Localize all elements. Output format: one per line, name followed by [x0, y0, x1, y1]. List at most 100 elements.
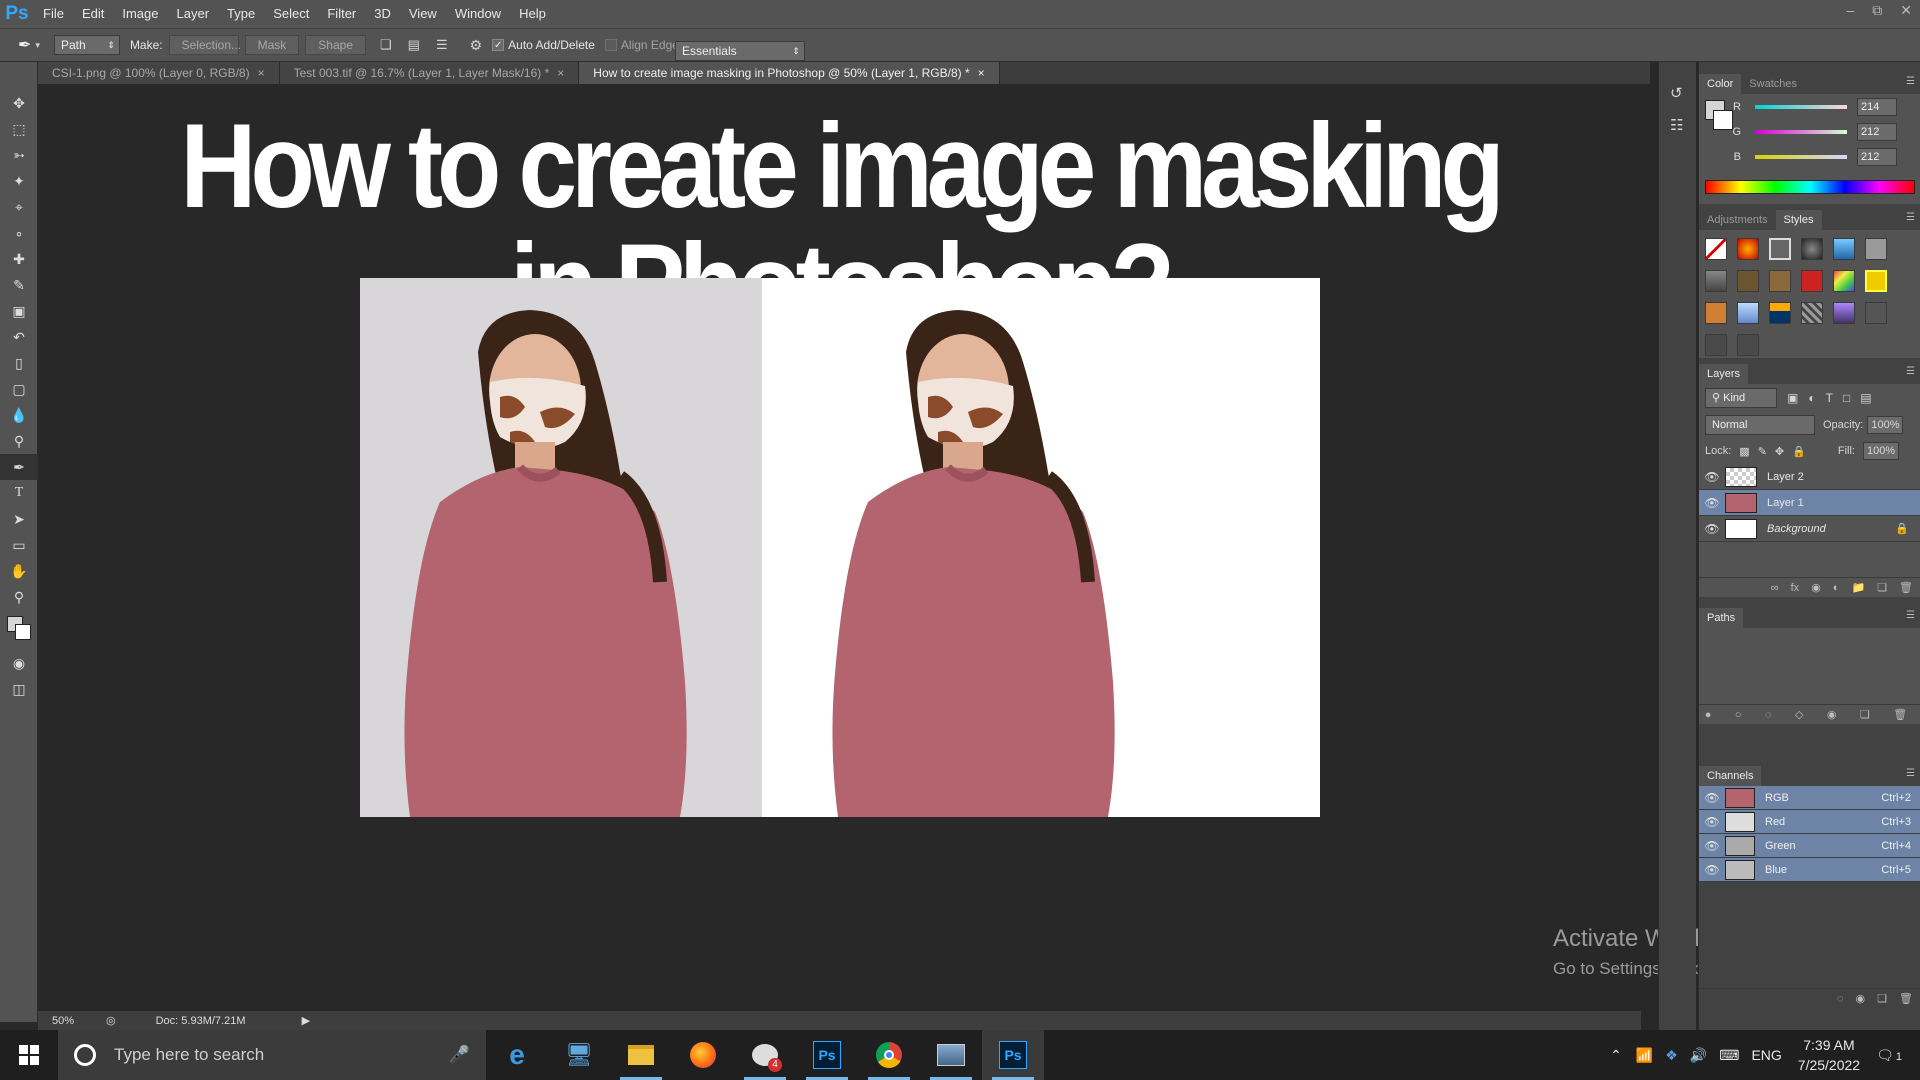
- filter-type-icon[interactable]: T: [1826, 391, 1833, 405]
- close-icon[interactable]: ×: [258, 66, 265, 80]
- r-value-input[interactable]: 214: [1857, 97, 1897, 116]
- volume-icon[interactable]: 🔊: [1690, 1047, 1707, 1064]
- align-edges-checkbox[interactable]: [604, 39, 617, 51]
- gradient-tool-icon[interactable]: ▢: [0, 376, 38, 402]
- style-swatch[interactable]: [1769, 270, 1791, 292]
- lock-pixels-icon[interactable]: ✎: [1758, 445, 1767, 458]
- notifications-icon[interactable]: 🗨 1: [1876, 1047, 1902, 1064]
- tab-paths[interactable]: Paths: [1699, 608, 1744, 628]
- layer-kind-filter[interactable]: ⚲ Kind: [1705, 388, 1777, 408]
- windows-start-icon[interactable]: [0, 1030, 58, 1080]
- eye-icon[interactable]: 👁: [1699, 470, 1725, 484]
- edge-app-icon[interactable]: e: [486, 1030, 548, 1080]
- photoshop-taskbar-icon[interactable]: Ps: [796, 1030, 858, 1080]
- make-mask-button[interactable]: Mask: [244, 35, 300, 55]
- add-mask-icon[interactable]: ◉: [1827, 708, 1837, 721]
- file-explorer-icon[interactable]: [610, 1030, 672, 1080]
- adjustment-layer-icon[interactable]: ◐: [1833, 582, 1840, 594]
- delete-icon[interactable]: 🗑: [1893, 708, 1907, 721]
- layer-row[interactable]: 👁 Background 🔒: [1699, 516, 1920, 542]
- screen-mode-icon[interactable]: ◫: [0, 676, 38, 702]
- b-value-input[interactable]: 212: [1857, 147, 1897, 166]
- eye-icon[interactable]: 👁: [1699, 791, 1725, 805]
- fill-input[interactable]: 100%: [1862, 442, 1899, 460]
- layer-row[interactable]: 👁 Layer 2: [1699, 464, 1920, 490]
- chevron-down-icon[interactable]: ▾: [35, 40, 40, 51]
- canvas-image[interactable]: [360, 278, 1320, 817]
- filter-shape-icon[interactable]: □: [1843, 391, 1850, 405]
- zoom-level[interactable]: 50%: [52, 1015, 102, 1027]
- stroke-path-icon[interactable]: ○: [1735, 709, 1742, 721]
- status-menu-arrow-icon[interactable]: ▶: [302, 1014, 310, 1027]
- history-brush-tool-icon[interactable]: ↶: [0, 324, 38, 350]
- style-swatch[interactable]: [1865, 302, 1887, 324]
- channel-row[interactable]: 👁 Green Ctrl+4: [1699, 834, 1920, 858]
- new-layer-icon[interactable]: ❏: [1877, 581, 1887, 594]
- doc-tab[interactable]: CSI-1.png @ 100% (Layer 0, RGB/8) ×: [38, 62, 280, 84]
- status-settings-icon[interactable]: ◎: [106, 1014, 116, 1027]
- document-canvas[interactable]: How to create image masking in Photoshop…: [38, 84, 1641, 1011]
- move-tool-icon[interactable]: ✥: [0, 90, 38, 116]
- lock-position-icon[interactable]: ✥: [1775, 445, 1784, 458]
- filter-pixel-icon[interactable]: ▣: [1787, 391, 1798, 405]
- crop-tool-icon[interactable]: ⌖: [0, 194, 38, 220]
- menu-file[interactable]: File: [34, 0, 73, 28]
- tab-layers[interactable]: Layers: [1699, 364, 1749, 384]
- close-icon[interactable]: ×: [978, 66, 985, 80]
- doc-tab[interactable]: Test 003.tif @ 16.7% (Layer 1, Layer Mas…: [279, 62, 580, 84]
- save-selection-icon[interactable]: ◉: [1856, 992, 1866, 1005]
- photoshop-taskbar-icon-2[interactable]: Ps: [982, 1030, 1044, 1080]
- path-alignment-icon[interactable]: ▤: [408, 37, 420, 53]
- path-arrangement-icon[interactable]: ☰: [436, 37, 448, 53]
- layer-row-selected[interactable]: 👁 Layer 1: [1699, 490, 1920, 516]
- style-swatch[interactable]: [1705, 238, 1727, 260]
- make-shape-button[interactable]: Shape: [305, 35, 366, 55]
- menu-window[interactable]: Window: [446, 0, 510, 28]
- history-icon[interactable]: ↺: [1670, 84, 1696, 102]
- healing-brush-tool-icon[interactable]: ✚: [0, 246, 38, 272]
- eye-icon[interactable]: 👁: [1699, 815, 1725, 829]
- load-selection-icon[interactable]: ◌: [1765, 709, 1772, 721]
- new-group-icon[interactable]: 📁: [1851, 581, 1865, 594]
- make-work-path-icon[interactable]: ◇: [1795, 708, 1803, 721]
- blend-mode-select[interactable]: Normal: [1705, 415, 1815, 435]
- eye-icon[interactable]: 👁: [1699, 839, 1725, 853]
- dodge-tool-icon[interactable]: ⚲: [0, 428, 38, 454]
- pen-tool-icon[interactable]: ✒: [0, 454, 38, 480]
- type-tool-icon[interactable]: T: [0, 480, 38, 506]
- chrome-icon[interactable]: [858, 1030, 920, 1080]
- quick-mask-icon[interactable]: ◉: [0, 650, 38, 676]
- tab-styles[interactable]: Styles: [1775, 210, 1822, 230]
- lasso-tool-icon[interactable]: ➳: [0, 142, 38, 168]
- menu-layer[interactable]: Layer: [168, 0, 219, 28]
- panel-menu-icon[interactable]: ☰: [1906, 768, 1915, 779]
- gear-icon[interactable]: ⚙: [470, 37, 483, 54]
- clone-stamp-tool-icon[interactable]: ▣: [0, 298, 38, 324]
- path-operations-icon[interactable]: ❏: [380, 37, 392, 53]
- workspace-select[interactable]: Essentials ⇕: [674, 41, 805, 61]
- tab-swatches[interactable]: Swatches: [1741, 74, 1805, 94]
- style-swatch[interactable]: [1705, 302, 1727, 324]
- style-swatch[interactable]: [1865, 238, 1887, 260]
- firefox-icon[interactable]: [672, 1030, 734, 1080]
- menu-filter[interactable]: Filter: [318, 0, 365, 28]
- menu-view[interactable]: View: [400, 0, 446, 28]
- microphone-icon[interactable]: 🎤: [449, 1045, 470, 1065]
- delete-icon[interactable]: 🗑: [1899, 581, 1913, 594]
- eyedropper-tool-icon[interactable]: ∘: [0, 220, 38, 246]
- blur-tool-icon[interactable]: 💧: [0, 402, 38, 428]
- rectangle-tool-icon[interactable]: ▭: [0, 532, 38, 558]
- make-selection-button[interactable]: Selection...: [168, 35, 241, 55]
- g-slider[interactable]: [1755, 129, 1847, 134]
- channel-row[interactable]: 👁 Blue Ctrl+5: [1699, 858, 1920, 882]
- r-slider[interactable]: [1755, 104, 1847, 109]
- close-icon[interactable]: ×: [557, 66, 564, 80]
- wifi-icon[interactable]: 📶: [1636, 1047, 1653, 1064]
- hand-tool-icon[interactable]: ✋: [0, 558, 38, 584]
- language-indicator[interactable]: ENG: [1751, 1047, 1781, 1063]
- channel-row[interactable]: 👁 RGB Ctrl+2: [1699, 786, 1920, 810]
- tab-adjustments[interactable]: Adjustments: [1699, 210, 1776, 230]
- style-swatch[interactable]: [1769, 302, 1791, 324]
- new-path-icon[interactable]: ❏: [1860, 708, 1870, 721]
- style-swatch[interactable]: [1737, 238, 1759, 260]
